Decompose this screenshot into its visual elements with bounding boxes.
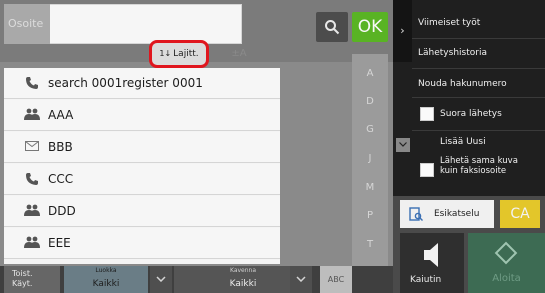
- chevron-right-icon[interactable]: ›: [393, 0, 412, 62]
- same-image-line2: kuin faksiosoite: [440, 166, 507, 176]
- index-letter[interactable]: T: [352, 239, 388, 250]
- preview-label: Esikatselu: [434, 209, 480, 219]
- group-icon: [24, 108, 40, 122]
- address-list: search 0001register 0001 AAA BBB CCC DDD: [4, 68, 280, 264]
- list-item-label: BBB: [48, 140, 73, 154]
- speaker-label: Kaiutin: [410, 275, 442, 285]
- index-letter[interactable]: A: [352, 68, 388, 79]
- speaker-icon: [424, 243, 438, 267]
- divider: [412, 97, 545, 98]
- preview-icon: [409, 207, 423, 221]
- address-label: Osoite: [4, 4, 50, 44]
- list-item[interactable]: CCC: [4, 164, 280, 195]
- list-item[interactable]: BBB: [4, 132, 280, 163]
- start-icon: [494, 241, 518, 265]
- email-icon: [24, 140, 40, 154]
- index-letter[interactable]: D: [352, 96, 388, 107]
- same-image-line1: Lähetä sama kuva: [440, 156, 518, 166]
- divider: [412, 130, 545, 131]
- divider: [412, 38, 545, 39]
- category-label: Luokka: [95, 267, 117, 274]
- direct-send-checkbox[interactable]: [420, 107, 434, 121]
- same-image-label: Lähetä sama kuva kuin faksiosoite: [440, 156, 518, 176]
- chevron-down-icon[interactable]: [150, 266, 172, 293]
- list-item[interactable]: search 0001register 0001: [4, 68, 280, 99]
- chevron-down-icon[interactable]: [396, 138, 410, 152]
- list-item-label: DDD: [48, 204, 76, 218]
- phone-icon: [24, 76, 40, 90]
- list-item[interactable]: AAA: [4, 100, 280, 131]
- index-letter[interactable]: M: [352, 182, 388, 193]
- alphabet-index[interactable]: A D G J M P T W: [352, 54, 388, 286]
- search-button[interactable]: [316, 12, 348, 42]
- sort-label: Lajitt.: [173, 49, 199, 59]
- list-item-label: EEE: [48, 236, 71, 250]
- menu-retrieve-number[interactable]: Nouda hakunumero: [418, 79, 507, 89]
- group-icon: [24, 236, 40, 250]
- menu-send-history[interactable]: Lähetyshistoria: [418, 48, 487, 58]
- category-select[interactable]: Luokka Kaikki: [64, 266, 148, 293]
- repeat-use-line2: Käyt.: [12, 279, 33, 288]
- divider: [412, 68, 545, 69]
- list-item-label: CCC: [48, 172, 74, 186]
- sort-button[interactable]: 1↓ Lajitt.: [149, 40, 209, 68]
- direct-send-label: Suora lähetys: [440, 109, 502, 119]
- clear-all-button[interactable]: CA: [500, 200, 540, 228]
- chevron-down-icon[interactable]: [290, 266, 312, 293]
- display-order-icon[interactable]: ±A: [228, 44, 250, 64]
- index-letter[interactable]: G: [352, 124, 388, 135]
- abc-button[interactable]: ABC: [320, 266, 352, 293]
- repeat-use-line1: Toist.: [12, 269, 33, 278]
- start-label: Aloita: [492, 273, 521, 284]
- group-icon: [24, 204, 40, 218]
- same-image-checkbox[interactable]: [420, 163, 434, 177]
- list-item[interactable]: DDD: [4, 196, 280, 227]
- speaker-button[interactable]: Kaiutin: [400, 233, 464, 293]
- search-icon: [325, 20, 340, 35]
- preview-button[interactable]: Esikatselu: [400, 200, 494, 228]
- index-letter[interactable]: J: [352, 153, 388, 164]
- index-letter[interactable]: P: [352, 210, 388, 221]
- list-item[interactable]: EEE: [4, 228, 280, 259]
- list-item-label: search 0001register 0001: [48, 76, 203, 90]
- address-book-screen: Osoite OK 1↓ Lajitt. ±A search 0001regist…: [0, 0, 545, 293]
- start-button[interactable]: Aloita: [468, 233, 545, 293]
- phone-icon: [24, 172, 40, 186]
- menu-recent-jobs[interactable]: Viimeiset työt: [418, 18, 480, 28]
- ok-button[interactable]: OK: [352, 12, 388, 42]
- add-new-button[interactable]: Lisää Uusi: [440, 137, 486, 147]
- list-item-label: AAA: [48, 108, 74, 122]
- category-value: Kaikki: [92, 279, 120, 289]
- sort-icon: 1↓: [159, 49, 172, 58]
- repeat-use-button[interactable]: Toist. Käyt.: [4, 266, 60, 293]
